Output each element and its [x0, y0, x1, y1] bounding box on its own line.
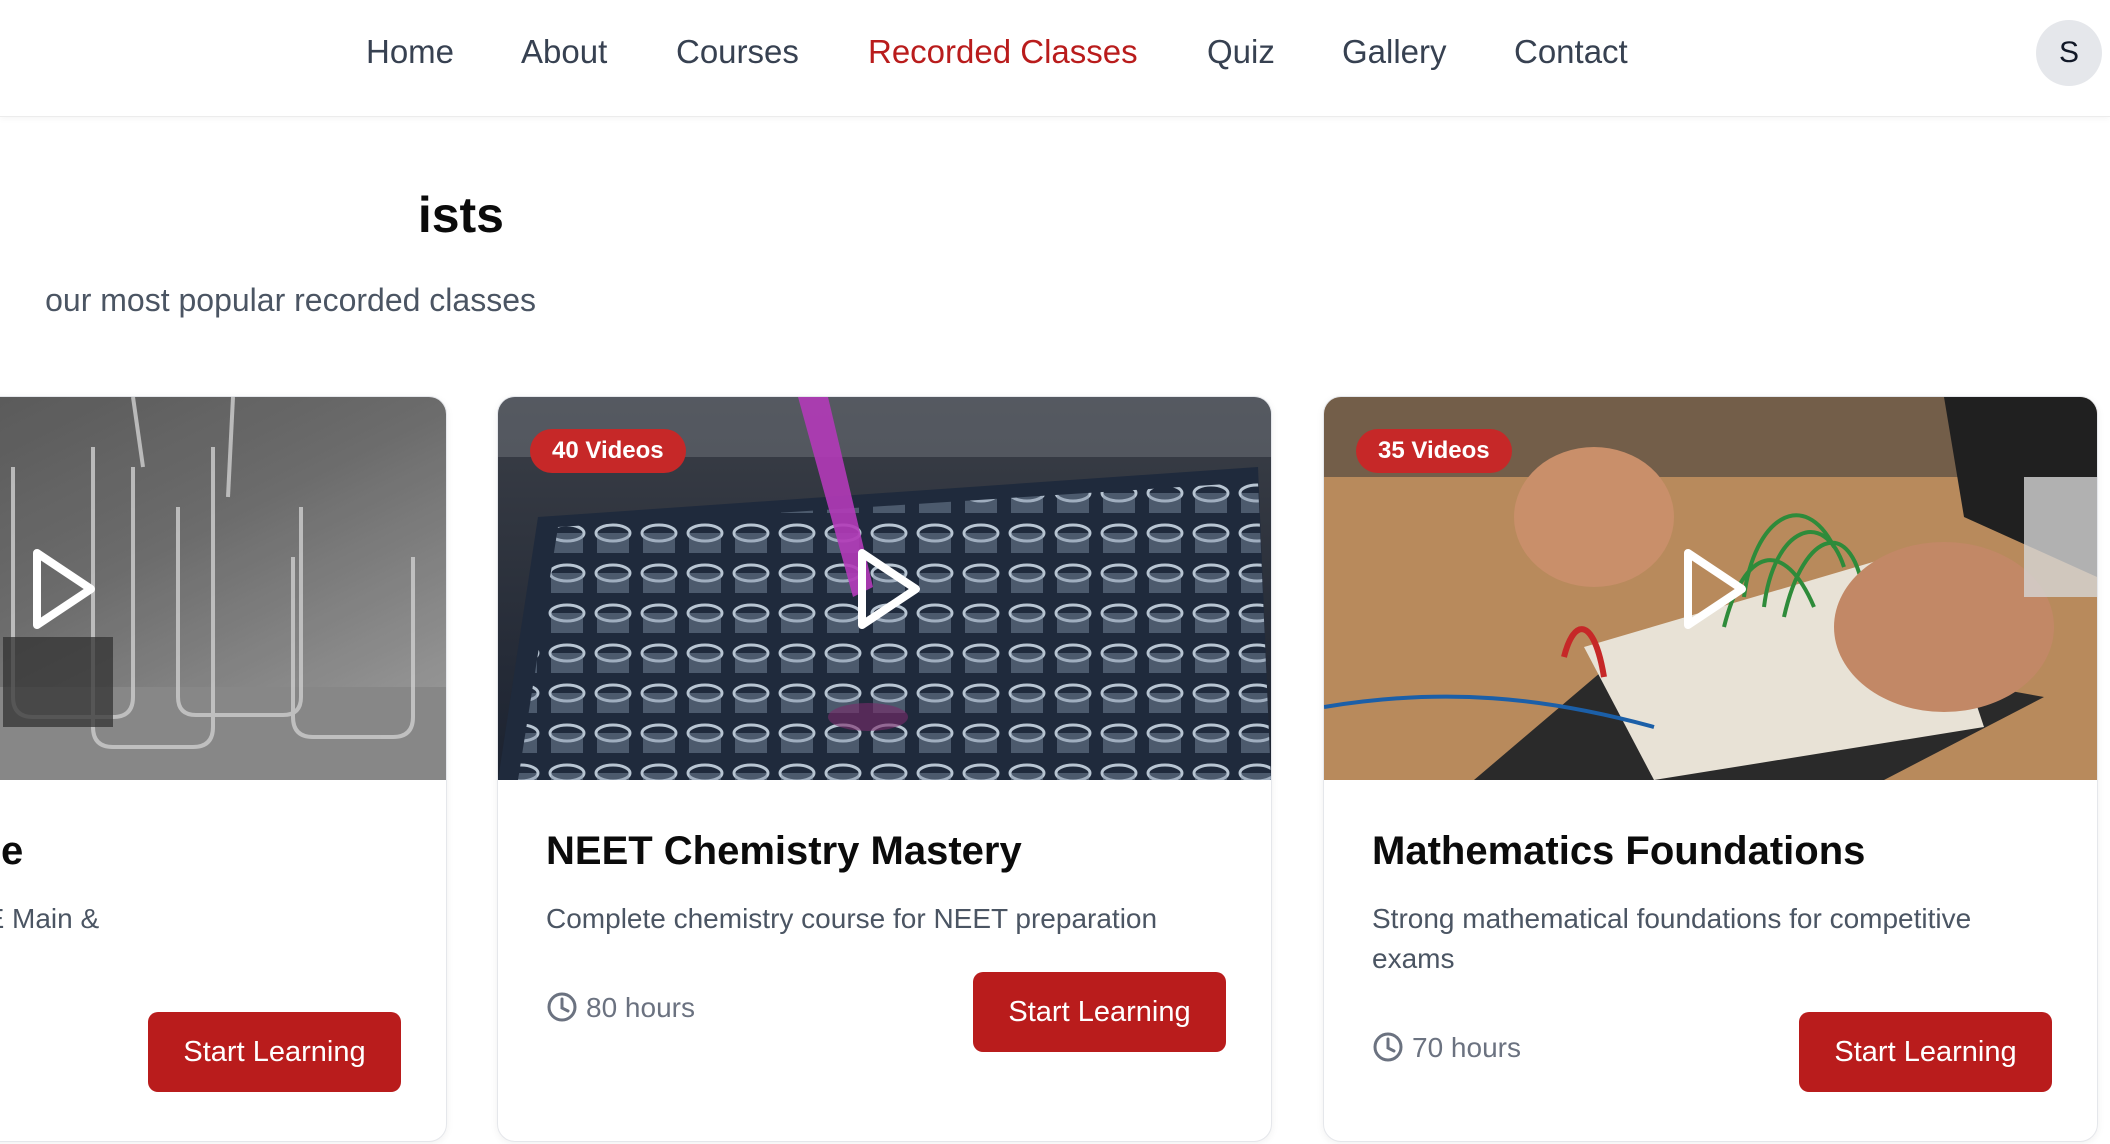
page: Home About Courses Recorded Classes Quiz…	[0, 0, 2110, 1144]
clock-icon	[1373, 1032, 1403, 1062]
top-navigation: Home About Courses Recorded Classes Quiz…	[0, 0, 2110, 117]
nav-home[interactable]: Home	[366, 30, 454, 74]
clock-icon	[547, 992, 577, 1022]
duration-text: 70 hours	[1412, 1032, 1521, 1063]
course-title: NEET Chemistry Mastery	[546, 829, 1022, 873]
play-icon[interactable]	[1680, 547, 1750, 631]
course-duration: 80 hours	[546, 988, 695, 1028]
video-count-badge: 40 Videos	[530, 429, 686, 473]
nav-quiz[interactable]: Quiz	[1207, 30, 1275, 74]
course-card: 35 Videos Mathematics Foundations Strong…	[1323, 396, 2098, 1142]
nav-recorded-classes[interactable]: Recorded Classes	[868, 30, 1138, 74]
start-learning-button[interactable]: Start Learning	[148, 1012, 401, 1092]
course-card: 40 Videos NEET Chemistry Mastery Complet…	[497, 396, 1272, 1142]
nav-contact[interactable]: Contact	[1514, 30, 1628, 74]
course-description: Complete chemistry course for NEET prepa…	[546, 903, 1158, 934]
course-thumbnail[interactable]: 35 Videos	[1324, 397, 2097, 780]
course-title: omplete Course	[0, 829, 24, 873]
start-learning-button[interactable]: Start Learning	[1799, 1012, 2052, 1092]
course-description: ics preparation for JEE Main &	[0, 903, 100, 934]
course-duration: 70 hours	[1372, 1028, 1521, 1068]
section-title: ists	[417, 187, 504, 243]
course-thumbnail[interactable]	[0, 397, 446, 780]
nav-gallery[interactable]: Gallery	[1342, 30, 1447, 74]
duration-text: 80 hours	[586, 992, 695, 1023]
start-learning-button[interactable]: Start Learning	[973, 972, 1226, 1052]
video-count-badge: 35 Videos	[1356, 429, 1512, 473]
play-icon[interactable]	[29, 547, 99, 631]
section-subtitle: our most popular recorded classes	[45, 282, 536, 318]
play-icon[interactable]	[854, 547, 924, 631]
course-card: omplete Course ics preparation for JEE M…	[0, 396, 447, 1142]
course-title: Mathematics Foundations	[1372, 829, 1866, 873]
nav-courses[interactable]: Courses	[676, 30, 799, 74]
nav-about[interactable]: About	[521, 30, 607, 74]
course-thumbnail[interactable]: 40 Videos	[498, 397, 1271, 780]
course-description: Strong mathematical foundations for comp…	[1372, 903, 1972, 974]
user-avatar[interactable]: S	[2036, 20, 2102, 86]
